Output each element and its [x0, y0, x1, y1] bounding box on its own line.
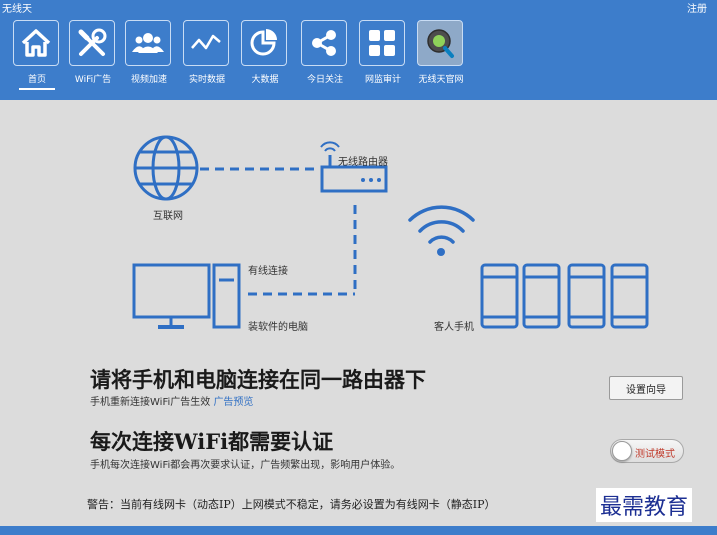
- warning-text: 警告：当前有线网卡（动态IP）上网模式不稳定，请务必设置为有线网卡（静态IP）: [87, 498, 496, 511]
- nav-item-official-site[interactable]: 无线天官网: [412, 20, 470, 88]
- line-chart-icon: [183, 20, 229, 66]
- test-mode-toggle[interactable]: 测试模式: [610, 439, 684, 463]
- section2-desc: 手机每次连接WiFi都会再次要求认证，广告频繁出现，影响用户体验。: [90, 460, 401, 471]
- setup-wizard-button[interactable]: 设置向导: [609, 376, 683, 400]
- home-icon: [13, 20, 59, 66]
- phones-group: [480, 263, 649, 329]
- header-bar: 无线天 注册 首页 WiFi广告 视频加速 实时数据 大数据 今日关注 网监审计…: [0, 0, 717, 100]
- wifi-signal-icon: [408, 205, 475, 256]
- section1-desc: 手机重新连接WiFi广告生效: [90, 397, 211, 408]
- section1-desc-line: 手机重新连接WiFi广告生效 广告预览: [90, 393, 253, 408]
- router-label: 无线路由器: [338, 157, 388, 168]
- users-icon: [125, 20, 171, 66]
- register-link[interactable]: 注册: [687, 0, 707, 15]
- nav-label: 无线天官网: [418, 75, 464, 85]
- ad-preview-link[interactable]: 广告预览: [213, 397, 253, 408]
- globe-icon: [133, 135, 199, 201]
- toggle-knob: [612, 441, 632, 461]
- share-icon: [301, 20, 347, 66]
- desktop-computer-icon: [132, 263, 241, 329]
- wired-connection-label: 有线连接: [248, 266, 288, 277]
- network-diagram: 互联网 无线路由器 有线连接 装软件的电脑 客人手机: [0, 100, 717, 350]
- section2-heading: 每次连接WiFi都需要认证: [90, 429, 334, 454]
- internet-label: 互联网: [153, 211, 183, 222]
- grid-icon: [359, 20, 405, 66]
- toggle-label: 测试模式: [635, 449, 675, 460]
- tools-icon: [69, 20, 115, 66]
- pie-chart-icon: [241, 20, 287, 66]
- nav-item-big-data[interactable]: 大数据: [236, 20, 294, 88]
- phones-label: 客人手机: [434, 322, 474, 333]
- pc-label: 装软件的电脑: [248, 322, 308, 333]
- status-bar: [0, 526, 717, 535]
- app-title: 无线天: [2, 4, 32, 15]
- watermark: 最需教育: [596, 488, 693, 522]
- section1-heading: 请将手机和电脑连接在同一路由器下: [90, 367, 426, 392]
- main-nav: 首页 WiFi广告 视频加速 实时数据 大数据 今日关注 网监审计 无线天官网: [0, 20, 717, 100]
- globe-search-icon: [417, 20, 463, 66]
